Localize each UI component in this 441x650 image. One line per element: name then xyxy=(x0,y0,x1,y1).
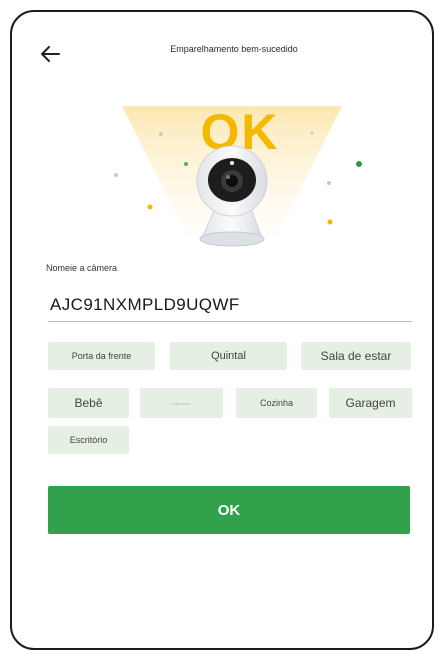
decor-dot xyxy=(327,219,333,225)
chip-escritorio[interactable]: Escritório xyxy=(48,426,129,454)
decor-dot xyxy=(159,132,163,136)
decor-dot xyxy=(184,162,188,166)
decor-dot xyxy=(356,161,362,167)
chip-label: Sala de estar xyxy=(320,349,392,363)
chip-bebe[interactable]: Bebê xyxy=(48,388,129,418)
chip-quintal[interactable]: Quintal xyxy=(170,342,287,370)
chip-cozinha[interactable]: Cozinha xyxy=(236,388,317,418)
decor-dot xyxy=(147,204,153,210)
ok-button-label: OK xyxy=(217,501,241,519)
chip-label: Porta da frente xyxy=(71,351,132,361)
camera-name-input[interactable] xyxy=(48,294,412,322)
ok-button[interactable]: OK xyxy=(48,486,410,534)
chip-label: Garagem xyxy=(345,396,396,410)
arrow-left-icon xyxy=(41,46,60,62)
camera-name-label: Nomeie a câmera xyxy=(46,263,118,273)
chip-garagem[interactable]: Garagem xyxy=(329,388,412,418)
back-button[interactable] xyxy=(36,42,64,66)
phone-frame: Emparelhamento bem-sucedido OK Nomeie a … xyxy=(10,10,434,650)
chip-label: •••••••••• xyxy=(171,400,191,406)
chip-porta-da-frente[interactable]: Porta da frente xyxy=(48,342,155,370)
page-title: Emparelhamento bem-sucedido xyxy=(170,44,298,54)
chip-label: Cozinha xyxy=(259,398,294,408)
chip-label: Escritório xyxy=(69,435,108,445)
decor-dot xyxy=(114,173,118,177)
chip-sala-de-estar[interactable]: Sala de estar xyxy=(301,342,411,370)
chip-label: Quintal xyxy=(211,350,246,362)
screen: Emparelhamento bem-sucedido OK Nomeie a … xyxy=(12,12,432,648)
chip-unlabeled[interactable]: •••••••••• xyxy=(140,388,223,418)
decor-dot xyxy=(310,131,314,135)
security-camera-icon xyxy=(196,145,268,247)
success-illustration: OK xyxy=(114,104,362,247)
chip-label: Bebê xyxy=(74,396,103,410)
decor-dot xyxy=(327,181,331,185)
